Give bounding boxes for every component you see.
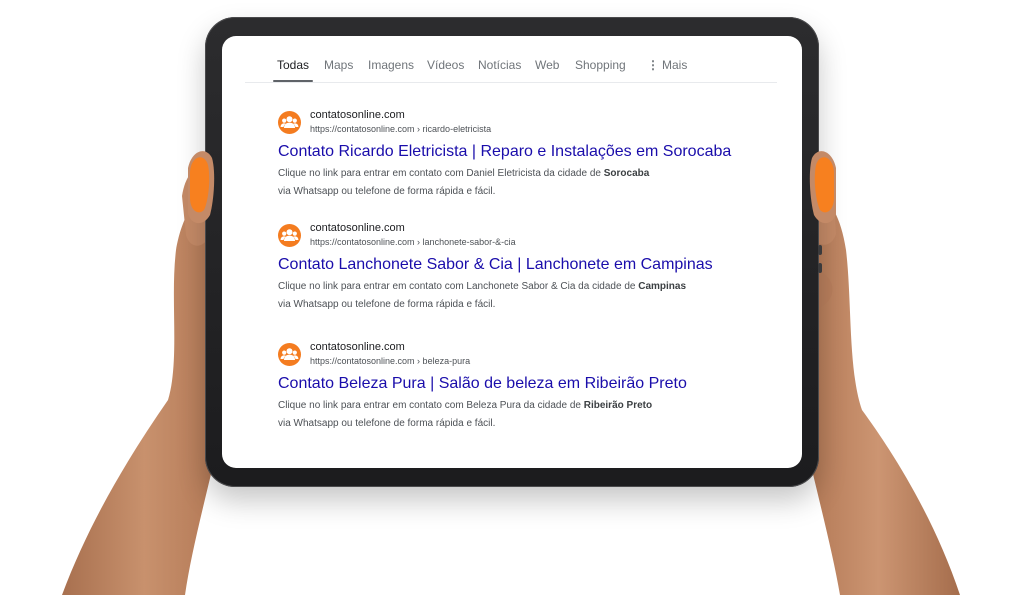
result-url: https://contatosonline.com › beleza-pura	[310, 356, 471, 366]
tablet-side-button	[818, 263, 822, 273]
tab-noticias[interactable]: Notícias	[478, 58, 521, 82]
search-result: contatosonline.com https://contatosonlin…	[278, 222, 778, 314]
result-title-link[interactable]: Contato Lanchonete Sabor & Cia | Lanchon…	[278, 255, 778, 275]
result-url: https://contatosonline.com › lanchonete-…	[310, 237, 516, 247]
tab-mais-label: Mais	[662, 58, 688, 72]
snippet-text: via Whatsapp ou telefone de forma rápida…	[278, 418, 496, 429]
result-snippet: Clique no link para entrar em contato co…	[278, 397, 778, 433]
tablet-screen: Todas Maps Imagens Vídeos Notícias Web S…	[222, 36, 802, 468]
people-group-icon	[278, 111, 301, 134]
snippet-city: Campinas	[638, 281, 687, 292]
tab-maps[interactable]: Maps	[324, 58, 353, 82]
kebab-menu-icon: ⋮	[647, 58, 659, 72]
snippet-city: Sorocaba	[603, 168, 650, 179]
result-snippet: Clique no link para entrar em contato co…	[278, 278, 778, 314]
tab-shopping[interactable]: Shopping	[575, 58, 626, 82]
result-site-name: contatosonline.com	[310, 222, 405, 234]
result-site-name: contatosonline.com	[310, 341, 405, 353]
snippet-text: Clique no link para entrar em contato co…	[278, 400, 584, 411]
search-result: contatosonline.com https://contatosonlin…	[278, 341, 778, 433]
people-group-icon	[278, 343, 301, 366]
snippet-text: Clique no link para entrar em contato co…	[278, 168, 604, 179]
result-site-row[interactable]: contatosonline.com https://contatosonlin…	[278, 109, 778, 141]
tab-mais[interactable]: ⋮ Mais	[647, 58, 687, 82]
tab-web[interactable]: Web	[535, 58, 559, 82]
result-title-link[interactable]: Contato Beleza Pura | Salão de beleza em…	[278, 374, 778, 394]
result-site-name: contatosonline.com	[310, 109, 405, 121]
search-tabs: Todas Maps Imagens Vídeos Notícias Web S…	[245, 58, 777, 83]
people-group-icon	[278, 224, 301, 247]
tablet-frame: Todas Maps Imagens Vídeos Notícias Web S…	[205, 17, 822, 487]
tab-videos[interactable]: Vídeos	[427, 58, 464, 82]
tablet-side-button	[818, 245, 822, 255]
snippet-text: Clique no link para entrar em contato co…	[278, 281, 639, 292]
snippet-text: via Whatsapp ou telefone de forma rápida…	[278, 186, 496, 197]
snippet-city: Ribeirão Preto	[583, 400, 653, 411]
snippet-text: via Whatsapp ou telefone de forma rápida…	[278, 299, 496, 310]
search-result: contatosonline.com https://contatosonlin…	[278, 109, 778, 201]
tab-todas[interactable]: Todas	[272, 58, 314, 82]
result-site-row[interactable]: contatosonline.com https://contatosonlin…	[278, 341, 778, 373]
result-url: https://contatosonline.com › ricardo-ele…	[310, 124, 492, 134]
tab-imagens[interactable]: Imagens	[368, 58, 414, 82]
result-snippet: Clique no link para entrar em contato co…	[278, 165, 778, 201]
result-site-row[interactable]: contatosonline.com https://contatosonlin…	[278, 222, 778, 254]
result-title-link[interactable]: Contato Ricardo Eletricista | Reparo e I…	[278, 142, 778, 162]
scene: Todas Maps Imagens Vídeos Notícias Web S…	[0, 0, 1024, 595]
